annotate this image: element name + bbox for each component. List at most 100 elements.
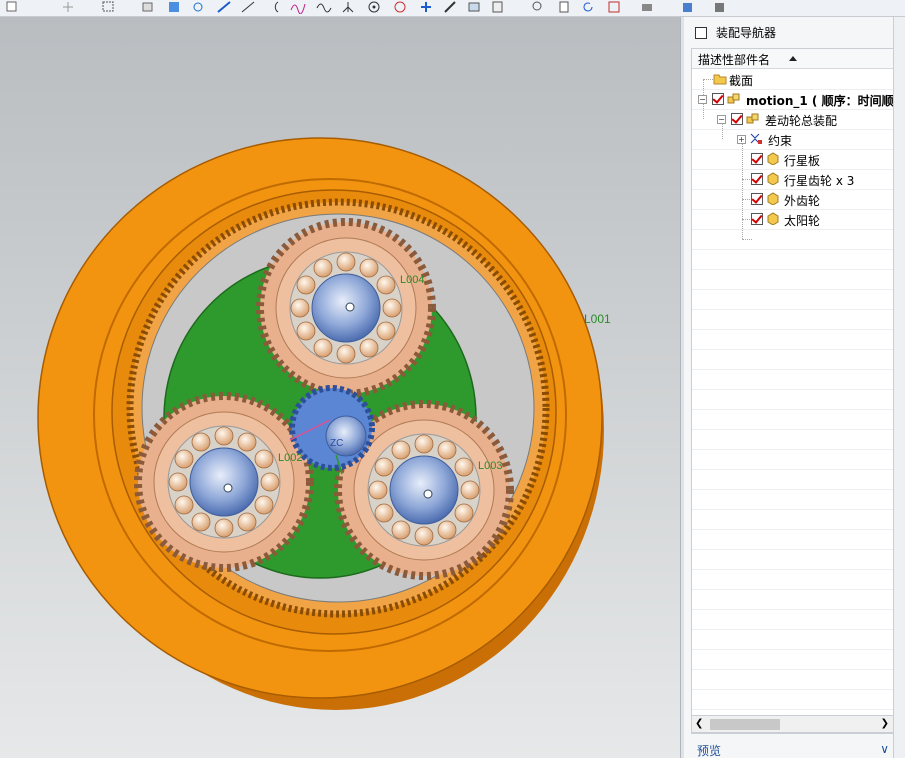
- tree-row-outer-gear[interactable]: 外齿轮: [692, 189, 894, 210]
- part-icon: [766, 192, 780, 206]
- navigator-tree[interactable]: 描述性部件名 截面 − motion_1 ( 顺序：时间顺序 − 差动轮总装配 …: [691, 48, 895, 734]
- part-icon: [766, 172, 780, 186]
- pen-icon[interactable]: [442, 0, 458, 14]
- toolbar-dropdown-icon[interactable]: [4, 0, 20, 14]
- render-icon[interactable]: [712, 0, 728, 14]
- label-center: ZC: [330, 438, 343, 449]
- label-outer: L001: [584, 312, 611, 326]
- gear-assembly-model: L001 L004 L002 L003 ZC: [37, 137, 611, 710]
- visibility-checkbox[interactable]: [751, 193, 763, 205]
- shaded-cube-icon[interactable]: [166, 0, 182, 14]
- tree-row-constraints[interactable]: + 约束: [692, 129, 894, 150]
- curve-icon[interactable]: [316, 0, 332, 14]
- star-point-icon[interactable]: [340, 0, 356, 14]
- tree-row-empty: [692, 269, 894, 290]
- snap-points-icon[interactable]: [190, 0, 206, 14]
- grid-icon[interactable]: [606, 0, 622, 14]
- tree-row-empty: [692, 489, 894, 510]
- line-icon-2[interactable]: [240, 0, 256, 14]
- toolbar: [0, 0, 905, 17]
- refresh-icon[interactable]: [580, 0, 596, 14]
- navigator-toggle-checkbox[interactable]: [695, 27, 707, 39]
- line-icon[interactable]: [216, 0, 232, 14]
- visibility-checkbox[interactable]: [731, 113, 743, 125]
- layer-icon[interactable]: [490, 0, 506, 14]
- visibility-checkbox[interactable]: [712, 93, 724, 105]
- horizontal-scrollbar[interactable]: ❮ ❯: [691, 715, 895, 733]
- tree-row-empty: [692, 669, 894, 690]
- tree-row-label: 太阳轮: [784, 214, 821, 228]
- preview-section[interactable]: 预览 ∨: [691, 740, 893, 758]
- plus-icon[interactable]: [418, 0, 434, 14]
- tree-row-empty: [692, 509, 894, 530]
- spline-icon[interactable]: [290, 0, 306, 15]
- target-icon[interactable]: [366, 0, 382, 14]
- folder-icon: [713, 72, 727, 85]
- tree-row-label: 差动轮总装配: [765, 114, 838, 128]
- tree-row-empty: [692, 329, 894, 350]
- visibility-checkbox[interactable]: [751, 173, 763, 185]
- document-icon[interactable]: [556, 0, 572, 14]
- tree-row-empty: [692, 549, 894, 570]
- navigator-header: 装配导航器: [684, 17, 894, 45]
- column-header[interactable]: 描述性部件名: [692, 49, 894, 69]
- tree-row-empty: [692, 229, 894, 250]
- visibility-checkbox[interactable]: [751, 213, 763, 225]
- preview-label: 预览: [697, 744, 722, 758]
- tree-row-empty: [692, 609, 894, 630]
- chevron-down-icon[interactable]: ∨: [880, 742, 889, 756]
- collapse-icon[interactable]: −: [717, 115, 726, 124]
- graphics-viewport[interactable]: L001 L004 L002 L003 ZC: [0, 17, 680, 758]
- tree-row-differential-assembly[interactable]: − 差动轮总装配: [692, 109, 894, 130]
- tree-row-empty: [692, 289, 894, 310]
- planet-gear-top: [256, 218, 436, 398]
- sort-ascending-icon[interactable]: [789, 56, 797, 61]
- label-planet-left: L002: [278, 452, 302, 464]
- surface-icon[interactable]: [466, 0, 482, 14]
- tree-row-sun-gear[interactable]: 太阳轮: [692, 209, 894, 230]
- view-icon[interactable]: [140, 0, 156, 14]
- arc-icon[interactable]: [268, 0, 284, 14]
- tree-row-empty: [692, 369, 894, 390]
- scroll-left-icon[interactable]: ❮: [695, 718, 703, 729]
- column-header-label: 描述性部件名: [698, 53, 771, 67]
- resource-bar: [893, 17, 905, 758]
- tree-row-label: motion_1 ( 顺序：时间顺序: [746, 94, 895, 108]
- visibility-checkbox[interactable]: [751, 153, 763, 165]
- tree-row-planet-gear[interactable]: 行星齿轮 x 3: [692, 169, 894, 190]
- tree-row-empty: [692, 469, 894, 490]
- tree-row-planet-plate[interactable]: 行星板: [692, 149, 894, 170]
- select-box-icon[interactable]: [100, 0, 116, 14]
- collapse-icon[interactable]: −: [698, 95, 707, 104]
- search-icon[interactable]: [530, 0, 546, 14]
- planet-gear-left: [134, 392, 314, 572]
- tree-row-label: 行星齿轮 x 3: [784, 174, 855, 188]
- expand-icon[interactable]: +: [737, 135, 746, 144]
- label-planet-right: L003: [478, 460, 502, 472]
- tree-row-empty: [692, 409, 894, 430]
- tree-row-motion[interactable]: − motion_1 ( 顺序：时间顺序: [692, 89, 894, 110]
- tree-row-section[interactable]: 截面: [692, 69, 894, 90]
- navigator-title: 装配导航器: [716, 26, 777, 40]
- tree-row-label: 截面: [729, 74, 754, 88]
- assembly-navigator-panel: 装配导航器 描述性部件名 截面 − motion_1 ( 顺序：时间顺序 − 差…: [684, 17, 905, 758]
- scroll-right-icon[interactable]: ❯: [881, 718, 889, 729]
- tree-row-empty: [692, 389, 894, 410]
- circle-icon[interactable]: [392, 0, 408, 14]
- scrollbar-thumb[interactable]: [710, 719, 780, 730]
- constraints-icon: [749, 132, 763, 145]
- assembly-icon: [727, 92, 741, 105]
- tree-row-empty: [692, 529, 894, 550]
- tree-row-empty: [692, 349, 894, 370]
- tree-row-empty: [692, 429, 894, 450]
- point-icon[interactable]: [60, 0, 76, 14]
- cube-icon[interactable]: [680, 0, 696, 14]
- part-icon: [766, 152, 780, 166]
- tree-row-empty: [692, 249, 894, 270]
- label-planet-top: L004: [400, 274, 424, 286]
- part-icon: [766, 212, 780, 226]
- tree-row-empty: [692, 649, 894, 670]
- layers-icon[interactable]: [640, 0, 656, 14]
- tree-row-empty: [692, 569, 894, 590]
- tree-row-empty: [692, 629, 894, 650]
